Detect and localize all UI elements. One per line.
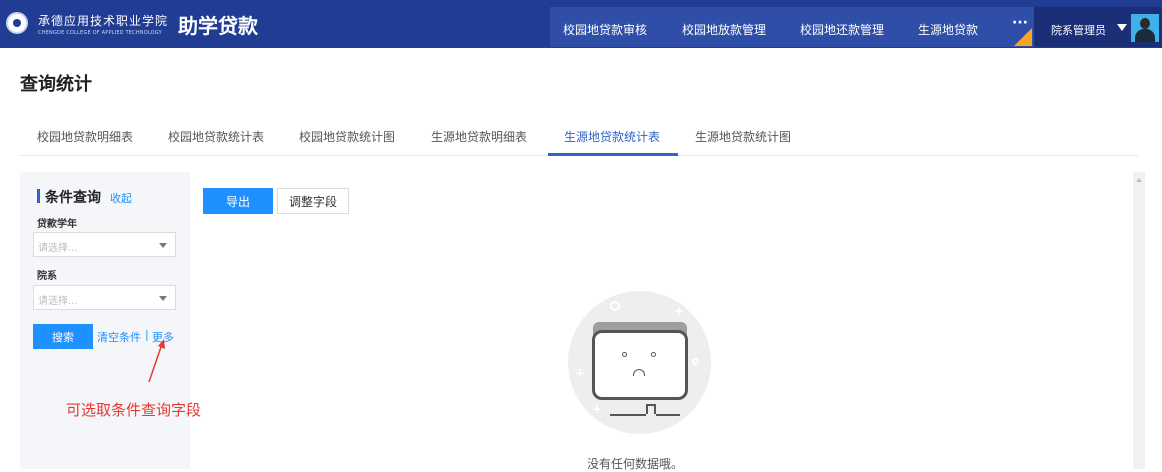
- folder-eye: [622, 352, 627, 357]
- tab-origin-loan-chart[interactable]: 生源地贷款统计图: [695, 128, 791, 145]
- decor-ring: [610, 301, 620, 311]
- collapse-link[interactable]: 收起: [110, 190, 132, 206]
- clear-conditions-link[interactable]: 清空条件: [97, 329, 141, 345]
- folder-body: [592, 330, 688, 400]
- college-logo-icon: [6, 12, 28, 34]
- tab-origin-loan-detail[interactable]: 生源地贷款明细表: [431, 128, 527, 145]
- sparkle-icon: +: [575, 366, 586, 380]
- nav-item-origin-loan[interactable]: 生源地贷款: [918, 21, 978, 38]
- avatar[interactable]: [1131, 14, 1159, 42]
- field-label-loan-year: 贷款学年: [37, 219, 77, 230]
- annotation-text: 可选取条件查询字段: [66, 401, 202, 419]
- empty-state-message: 没有任何数据哦。: [587, 457, 684, 471]
- department-select[interactable]: 请选择...: [33, 285, 176, 310]
- filter-title: 条件查询: [45, 190, 101, 206]
- user-role[interactable]: 院系管理员: [1051, 22, 1106, 38]
- avatar-head: [1140, 18, 1150, 29]
- caret-down-icon[interactable]: [1117, 24, 1127, 31]
- annotation-arrow-icon: [148, 339, 165, 383]
- sparkle-icon: +: [674, 304, 685, 318]
- page-title: 查询统计: [20, 74, 92, 95]
- nav-item-campus-loan-review[interactable]: 校园地贷款审核: [563, 21, 647, 38]
- chevron-down-icon: [159, 243, 167, 248]
- export-button[interactable]: 导出: [203, 188, 273, 214]
- adjust-fields-button[interactable]: 调整字段: [277, 188, 349, 214]
- baseline-bump: [646, 404, 656, 414]
- scrollbar[interactable]: [1133, 172, 1145, 469]
- search-button[interactable]: 搜索: [33, 324, 93, 349]
- loan-year-select[interactable]: 请选择...: [33, 232, 176, 257]
- active-tab-indicator: [548, 153, 678, 156]
- tab-campus-loan-stats[interactable]: 校园地贷款统计表: [168, 128, 264, 145]
- app-title: 助学贷款: [178, 14, 258, 38]
- baseline-left: [610, 414, 646, 416]
- folder-mouth: [633, 369, 645, 376]
- folder-eye: [651, 352, 656, 357]
- scroll-up-icon[interactable]: [1136, 178, 1142, 182]
- tab-campus-loan-detail[interactable]: 校园地贷款明细表: [37, 128, 133, 145]
- decor-ring: [692, 358, 699, 365]
- more-icon[interactable]: ···: [1012, 15, 1028, 31]
- chevron-down-icon: [159, 296, 167, 301]
- sparkle-icon: +: [592, 402, 603, 416]
- college-name: 承德应用技术职业学院: [38, 14, 169, 28]
- baseline-right: [656, 414, 680, 416]
- loan-year-placeholder: 请选择...: [38, 243, 78, 254]
- college-name-en: CHENGDE COLLEGE OF APPLIED TECHNOLOGY: [38, 30, 162, 36]
- field-label-department: 院系: [37, 271, 57, 282]
- department-placeholder: 请选择...: [38, 296, 78, 307]
- tab-campus-loan-chart[interactable]: 校园地贷款统计图: [299, 128, 395, 145]
- nav-item-campus-repayment[interactable]: 校园地还款管理: [800, 21, 884, 38]
- tab-origin-loan-stats[interactable]: 生源地贷款统计表: [564, 128, 660, 145]
- filter-title-marker: [37, 189, 40, 203]
- nav-item-campus-disbursement[interactable]: 校园地放款管理: [682, 21, 766, 38]
- avatar-body: [1135, 29, 1155, 42]
